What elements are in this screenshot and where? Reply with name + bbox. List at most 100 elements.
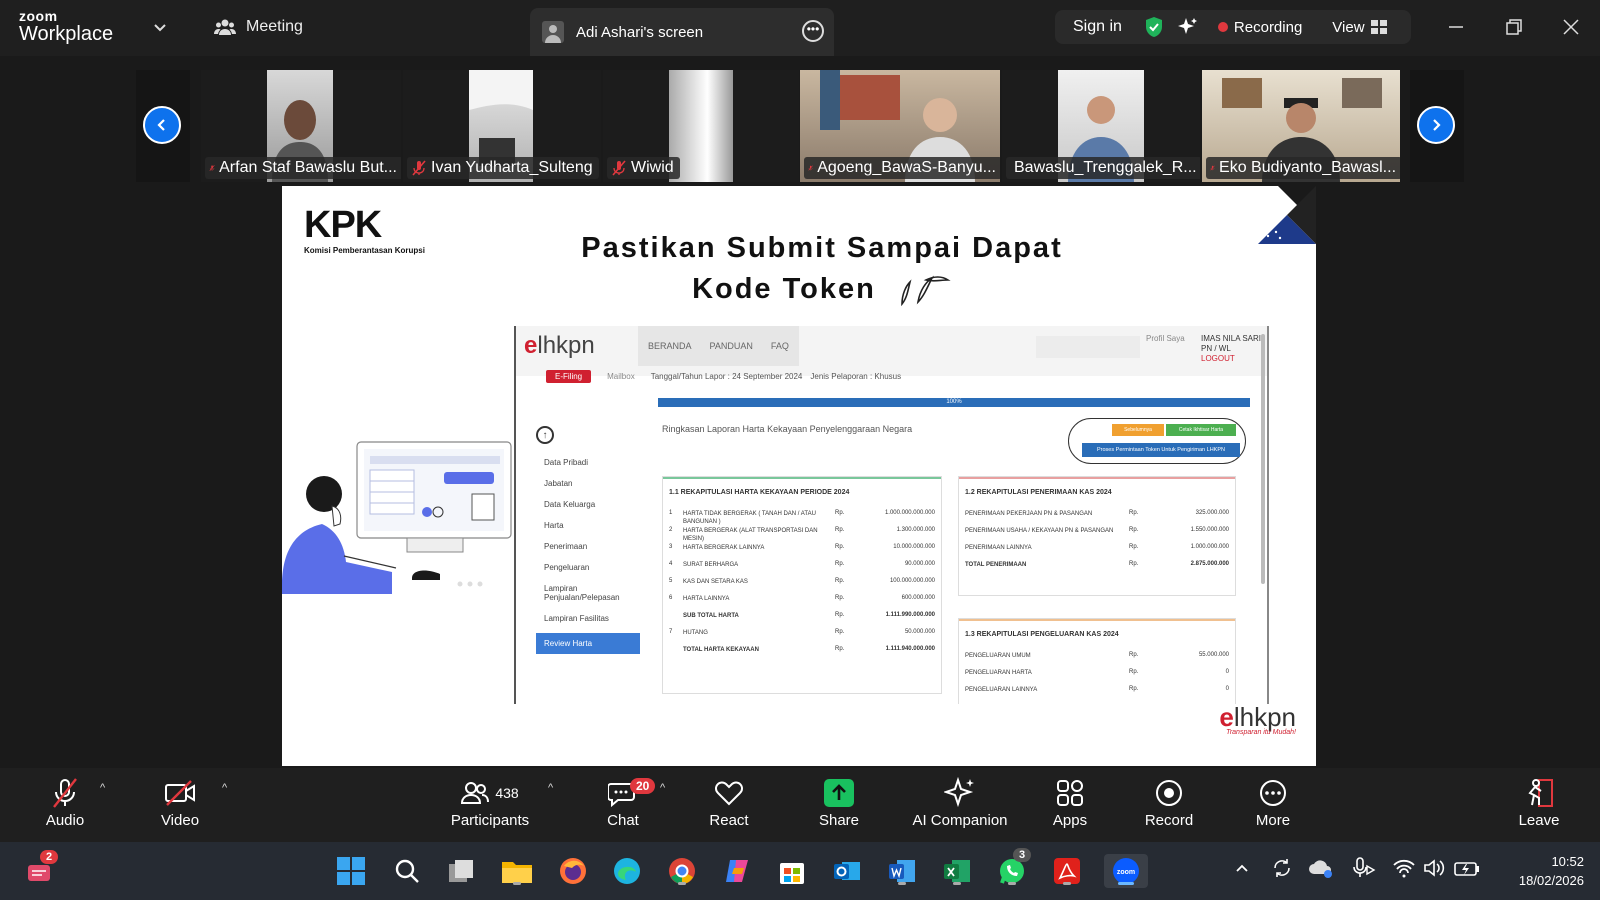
- windows-start-icon: [337, 857, 365, 885]
- audio-options-caret-icon[interactable]: ^: [100, 782, 105, 794]
- more-button[interactable]: More: [1248, 776, 1298, 829]
- audio-button[interactable]: Audio: [40, 776, 90, 829]
- recording-indicator[interactable]: Recording: [1217, 19, 1302, 36]
- outlook-button[interactable]: [830, 854, 864, 888]
- participant-name: Eko Budiyanto_Bawasl...: [1219, 159, 1397, 176]
- table-cell-label: HUTANG: [683, 630, 708, 636]
- battery-charging-icon[interactable]: [1453, 856, 1481, 880]
- table-cell-n: 7: [669, 629, 673, 635]
- prev-page-button[interactable]: [143, 106, 181, 144]
- table-cell-rp: Rp.: [1129, 561, 1139, 567]
- zoom-top-bar: zoom Workplace Meeting Adi Ashari's scre…: [0, 0, 1600, 56]
- firefox-button[interactable]: [556, 854, 590, 888]
- audio-label: Audio: [45, 812, 85, 829]
- file-explorer-button[interactable]: [500, 854, 534, 888]
- copilot-icon: [726, 860, 748, 882]
- shared-screen-content[interactable]: KPK Komisi Pemberantasan Korupsi Pastika…: [282, 186, 1316, 766]
- lhkpn-logo: elhkpn: [524, 332, 595, 360]
- kpk-logo: KPK Komisi Pemberantasan Korupsi: [304, 206, 425, 255]
- participants-options-caret-icon[interactable]: ^: [548, 782, 553, 794]
- participant-name: Bawaslu_Trenggalek_R...: [1014, 159, 1197, 176]
- video-options-caret-icon[interactable]: ^: [222, 782, 227, 794]
- participant-tile[interactable]: Arfan Staf Bawaslu But...: [201, 70, 401, 182]
- microphone-in-use-icon[interactable]: [1350, 856, 1376, 880]
- store-button[interactable]: [775, 854, 809, 888]
- chrome-button[interactable]: [665, 854, 699, 888]
- table-cell-label: PENGELUARAN UMUM: [965, 653, 1031, 659]
- excel-button[interactable]: [940, 854, 974, 888]
- lhkpn-subbar: E-Filing Mailbox Tanggal/Tahun Lapor : 2…: [516, 366, 1267, 386]
- svg-text:zoom: zoom: [1117, 869, 1135, 876]
- leave-button[interactable]: Leave: [1514, 776, 1564, 829]
- system-clock[interactable]: 10:52 18/02/2026: [1498, 852, 1584, 890]
- chevron-down-icon[interactable]: [150, 17, 170, 37]
- shared-screen-tab[interactable]: Adi Ashari's screen •••: [530, 8, 834, 56]
- wifi-icon[interactable]: [1392, 856, 1416, 880]
- next-page-button[interactable]: [1417, 106, 1455, 144]
- record-button[interactable]: Record: [1144, 776, 1194, 829]
- onedrive-cloud-icon[interactable]: [1308, 856, 1334, 880]
- table-cell-value: 1.300.000.000: [896, 527, 935, 533]
- meeting-button[interactable]: Meeting: [214, 18, 303, 36]
- ai-companion-icon: [944, 777, 974, 808]
- zoom-taskbar-button[interactable]: zoom: [1104, 854, 1148, 888]
- participant-name: Arfan Staf Bawaslu But...: [219, 159, 397, 176]
- show-hidden-icons-chevron-icon[interactable]: [1234, 860, 1250, 876]
- mic-muted-icon: [612, 160, 626, 176]
- react-button[interactable]: React: [704, 776, 754, 829]
- sign-in-button[interactable]: Sign in: [1073, 18, 1122, 36]
- search-taskbar-button[interactable]: [390, 854, 424, 888]
- acrobat-button[interactable]: [1050, 854, 1084, 888]
- lhkpn-logo-e: e: [524, 332, 538, 359]
- mailbox-tab: Mailbox: [607, 371, 635, 381]
- whatsapp-badge: 3: [1013, 848, 1032, 862]
- chat-options-caret-icon[interactable]: ^: [660, 782, 665, 794]
- more-label: More: [1255, 812, 1291, 829]
- shield-check-icon[interactable]: [1144, 16, 1164, 38]
- menu-faq: FAQ: [770, 341, 789, 351]
- apps-button[interactable]: Apps: [1045, 776, 1095, 829]
- table-cell-rp: Rp.: [835, 646, 845, 652]
- restore-icon[interactable]: [1503, 16, 1525, 38]
- close-icon[interactable]: [1560, 16, 1582, 38]
- participant-tile[interactable]: Wiwid: [603, 70, 799, 182]
- more-options-icon[interactable]: •••: [802, 20, 824, 42]
- table-row: PENERIMAAN USAHA / KEKAYAAN PN & PASANGA…: [959, 527, 1235, 544]
- view-button[interactable]: View: [1332, 19, 1387, 36]
- table-row: TOTAL PENERIMAAN Rp. 2.875.000.000: [959, 561, 1235, 578]
- chat-label: Chat: [607, 812, 639, 829]
- ai-companion-button[interactable]: AI Companion: [910, 776, 1010, 829]
- table-cell-label: SUB TOTAL HARTA: [683, 613, 739, 619]
- participants-button[interactable]: 438 Participants: [440, 776, 540, 829]
- table-cell-n: 4: [669, 561, 673, 567]
- start-button[interactable]: [334, 854, 368, 888]
- top-right-controls: Sign in Recording View: [1055, 10, 1411, 44]
- word-button[interactable]: [885, 854, 919, 888]
- minimize-icon[interactable]: [1445, 16, 1467, 38]
- participant-name-tag: Arfan Staf Bawaslu But...: [205, 157, 401, 179]
- sidebar-item: Penerimaan: [544, 542, 588, 551]
- people-icon: [214, 19, 236, 35]
- sync-icon[interactable]: [1270, 856, 1294, 880]
- windows-taskbar: 2 3 zoom 10:52 18/02/2026: [0, 842, 1600, 900]
- report-type: Jenis Pelaporan : Khusus: [810, 371, 902, 381]
- video-button[interactable]: Video: [155, 776, 205, 829]
- running-indicator: [678, 882, 686, 885]
- table-cell-rp: Rp.: [1129, 669, 1139, 675]
- volume-icon[interactable]: [1422, 856, 1446, 880]
- edge-button[interactable]: [610, 854, 644, 888]
- copilot-button[interactable]: [720, 854, 754, 888]
- ai-sparkle-icon[interactable]: [1177, 17, 1198, 37]
- menu-panduan: PANDUAN: [709, 341, 753, 351]
- logo-brand-bottom: Workplace: [19, 23, 114, 45]
- task-view-button[interactable]: [445, 854, 479, 888]
- participant-tile[interactable]: Bawaslu_Trenggalek_R...: [1002, 70, 1200, 182]
- table-cell-label: PENERIMAAN LAINNYA: [965, 545, 1032, 551]
- share-button[interactable]: Share: [814, 776, 864, 829]
- lhkpn-app-screenshot: elhkpn BERANDA PANDUAN FAQ Profil Saya I…: [514, 326, 1269, 704]
- table-row: 2 HARTA BERGERAK (ALAT TRANSPORTASI DAN M…: [663, 527, 941, 544]
- participant-name-tag: Bawaslu_Trenggalek_R...: [1006, 157, 1200, 179]
- participant-tile[interactable]: Eko Budiyanto_Bawasl...: [1202, 70, 1400, 182]
- participant-tile[interactable]: Ivan Yudharta_Sulteng: [403, 70, 601, 182]
- participant-tile[interactable]: Agoeng_BawaS-Banyu...: [800, 70, 1000, 182]
